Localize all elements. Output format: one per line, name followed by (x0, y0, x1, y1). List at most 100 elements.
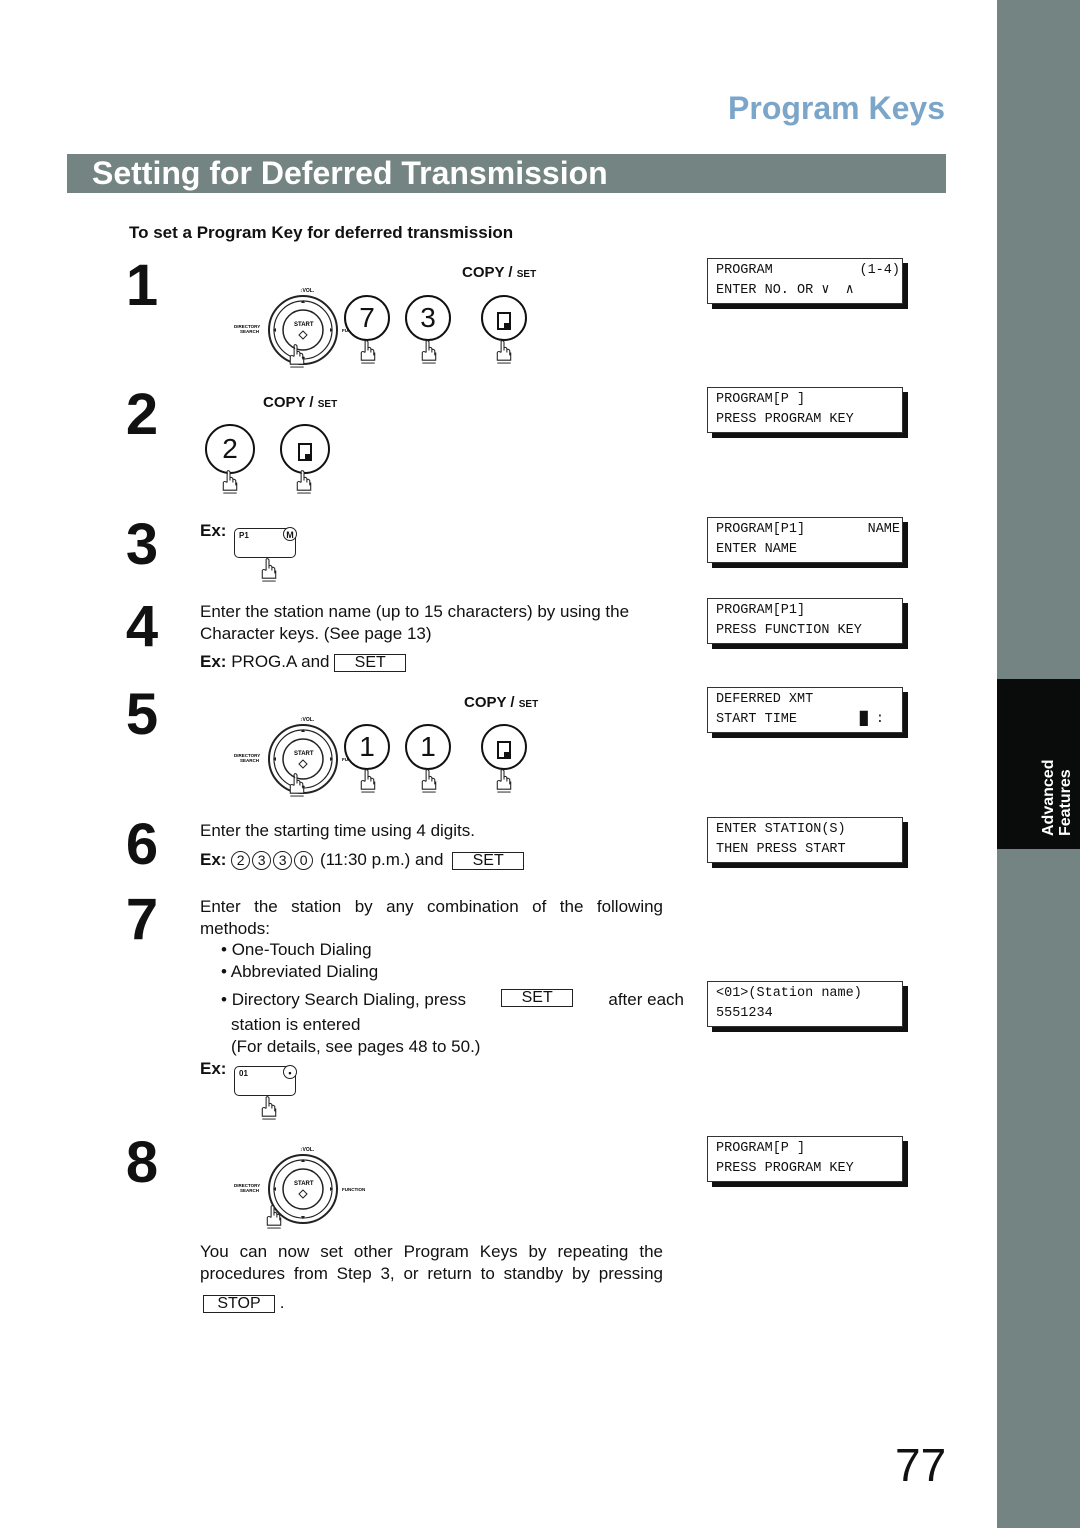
bullet-text: Abbreviated Dialing (230, 962, 379, 981)
set-label: SET (518, 699, 539, 710)
lcd-line2: THEN PRESS START (716, 842, 846, 857)
keypad-key[interactable]: 7 (344, 295, 390, 341)
hand-press-icon (266, 1205, 282, 1229)
section-title: Program Keys (728, 90, 945, 126)
set-button[interactable]: SET (334, 653, 407, 672)
copy-icon (497, 741, 511, 759)
page-title-bar: Setting for Deferred Transmission (67, 154, 946, 193)
step-example: Ex: PROG.A and SET (200, 651, 407, 673)
key-badge: M (283, 527, 297, 541)
bullet-item: • Directory Search Dialing, press SET afte… (221, 989, 684, 1009)
copy-label: COPY / (464, 694, 515, 711)
lcd-display: ENTER STATION(S) THEN PRESS START (707, 817, 903, 863)
lcd-line2: PRESS PROGRAM KEY (716, 1161, 854, 1176)
bullet-text: Directory Search Dialing, press (231, 990, 466, 1009)
example-label: Ex: (200, 521, 227, 540)
hand-press-icon (289, 344, 305, 368)
lcd-line2: PRESS PROGRAM KEY (716, 412, 854, 427)
bullet-text: after each (608, 990, 684, 1009)
example-note: (11:30 p.m.) and (319, 850, 444, 869)
step-number: 6 (125, 812, 159, 877)
step-text: You can now set other Program Keys by re… (200, 1242, 663, 1261)
lcd-cursor: █ : (859, 712, 884, 727)
set-button[interactable]: SET (452, 851, 525, 870)
copy-icon (298, 443, 312, 461)
step-number: 2 (125, 382, 159, 447)
copy-set-label: COPY / SET (464, 694, 538, 711)
step-number: 5 (125, 682, 159, 747)
step-text: Enter the station name (up to 15 charact… (200, 602, 630, 643)
step-number: 1 (125, 253, 159, 318)
stop-button[interactable]: STOP (203, 1294, 275, 1313)
copy-set-button[interactable] (481, 295, 527, 341)
bullet-item: • One-Touch Dialing (221, 940, 372, 959)
side-tab-label: Advanced Features (1040, 760, 1074, 836)
digit-key: 0 (294, 851, 314, 870)
lcd-display: PROGRAM[P ] PRESS PROGRAM KEY (707, 1136, 903, 1182)
step-number: 8 (125, 1130, 159, 1195)
bullet-continuation: station is entered (231, 1015, 361, 1034)
hand-press-icon (360, 340, 376, 364)
hand-press-icon (222, 470, 238, 494)
subtitle: To set a Program Key for deferred transm… (129, 223, 514, 242)
hand-press-icon (496, 769, 512, 793)
copy-label: COPY / (263, 394, 314, 411)
digit-key: 3 (273, 851, 293, 870)
key-badge-icon: • (283, 1065, 297, 1079)
lcd-line2: ENTER NAME (716, 542, 798, 557)
lcd-line1: <01>(Station name) (716, 986, 862, 1001)
lcd-display: PROGRAM[P ] PRESS PROGRAM KEY (707, 387, 903, 433)
set-label: SET (317, 399, 338, 410)
side-tab-line2: Features (1057, 769, 1074, 836)
bullet-item: • Abbreviated Dialing (221, 962, 379, 981)
navigation-dial-icon[interactable] (232, 1145, 392, 1245)
copy-set-button[interactable] (481, 724, 527, 770)
hand-press-icon (496, 340, 512, 364)
step-text: methods: (200, 919, 270, 938)
lcd-display: PROGRAM (1-4) ENTER NO. OR ∨ ∧ (707, 258, 903, 304)
step-example: Ex: 2330 (11:30 p.m.) and SET (200, 849, 525, 871)
step-text: Enter the station by any combination of … (200, 897, 663, 916)
keypad-key[interactable]: 3 (405, 295, 451, 341)
lcd-line2: ENTER NO. OR ∨ ∧ (716, 283, 854, 298)
lcd-line1-right: NAME (867, 522, 900, 537)
hand-press-icon (421, 340, 437, 364)
example-label: Ex: (200, 850, 227, 869)
key-label: P1 (239, 531, 249, 540)
keypad-key[interactable]: 2 (205, 424, 255, 474)
step-number: 3 (125, 512, 159, 577)
lcd-line2: START TIME (716, 712, 798, 727)
hand-press-icon (421, 769, 437, 793)
side-tab-line1: Advanced (1040, 759, 1057, 836)
step-number: 7 (125, 887, 159, 952)
lcd-display: <01>(Station name) 5551234 (707, 981, 903, 1027)
set-button[interactable]: SET (501, 989, 574, 1007)
copy-label: COPY / (462, 264, 513, 281)
set-label: SET (516, 269, 537, 280)
hand-press-icon (296, 470, 312, 494)
copy-set-label: COPY / SET (462, 264, 536, 281)
copy-set-label: COPY / SET (263, 394, 337, 411)
keypad-key[interactable]: 1 (405, 724, 451, 770)
digit-key: 2 (231, 851, 251, 870)
page-title: Setting for Deferred Transmission (92, 155, 608, 191)
step-number: 4 (125, 594, 159, 659)
lcd-line2: 5551234 (716, 1006, 773, 1021)
stop-line: STOP . (203, 1292, 284, 1314)
keypad-key[interactable]: 1 (344, 724, 390, 770)
program-key-p1[interactable]: P1 M (234, 527, 297, 558)
step-text: Enter the starting time using 4 digits. (200, 821, 475, 840)
lcd-display: PROGRAM[P1] PRESS FUNCTION KEY (707, 598, 903, 644)
page-number: 77 (895, 1439, 947, 1491)
copy-icon (497, 312, 511, 330)
key-label: 01 (239, 1069, 248, 1078)
copy-set-button[interactable] (280, 424, 330, 474)
one-touch-key-01[interactable]: 01 • (234, 1065, 297, 1096)
example-label: Ex: (200, 652, 227, 671)
lcd-line2: PRESS FUNCTION KEY (716, 623, 862, 638)
lcd-display: DEFERRED XMT START TIME █ : (707, 687, 903, 733)
bullet-text: One-Touch Dialing (231, 940, 372, 959)
hand-press-icon (261, 558, 277, 582)
lcd-line1: PROGRAM[P1] (716, 603, 806, 618)
hand-press-icon (261, 1096, 277, 1120)
